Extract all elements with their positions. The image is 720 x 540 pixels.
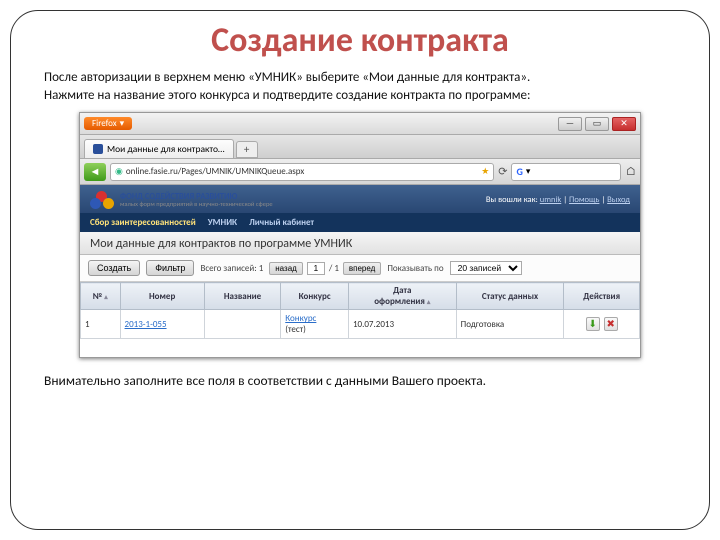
- username-link[interactable]: umnik: [540, 195, 562, 205]
- bookmark-star-icon[interactable]: ★: [481, 166, 489, 177]
- pager: назад / 1 вперед: [269, 262, 381, 275]
- table-row: 1 2013-1-055 Конкурс(тест) 10.07.2013 По…: [81, 310, 640, 339]
- intro-text: После авторизации в верхнем меню «УМНИК»…: [44, 69, 676, 104]
- page-of: / 1: [329, 263, 339, 274]
- back-button[interactable]: ◄: [84, 163, 106, 181]
- outro-text: Внимательно заполните все поля в соответ…: [44, 372, 676, 389]
- home-button[interactable]: ⌂: [625, 165, 636, 179]
- browser-tab[interactable]: Мои данные для контракто…: [84, 139, 234, 158]
- cell-status: Подготовка: [456, 310, 564, 339]
- navbar: ◄ ◉online.fasie.ru/Pages/UMNIK/UMNIKQueu…: [80, 159, 640, 185]
- google-logo-icon: G: [516, 165, 522, 178]
- app-header: ФОНД СОДЕЙСТВИЯ РАЗВИТИЮмалых форм предп…: [80, 185, 640, 213]
- close-button[interactable]: ✕: [612, 117, 636, 131]
- total-label: Всего записей: 1: [200, 263, 263, 274]
- cell-no: 1: [81, 310, 121, 339]
- firefox-menu-button[interactable]: Firefox▾: [84, 117, 132, 130]
- user-welcome: Вы вошли как: umnik | Помощь | Выход: [486, 195, 630, 205]
- menu-umnik[interactable]: УМНИК: [208, 217, 237, 228]
- show-by-label: Показывать по: [387, 263, 443, 274]
- url-bar[interactable]: ◉online.fasie.ru/Pages/UMNIK/UMNIKQueue.…: [110, 163, 494, 181]
- toolbar: Создать Фильтр Всего записей: 1 назад / …: [80, 255, 640, 282]
- app-content: ФОНД СОДЕЙСТВИЯ РАЗВИТИЮмалых форм предп…: [80, 185, 640, 357]
- help-link[interactable]: Помощь: [569, 195, 599, 205]
- browser-window: Firefox▾ — ▭ ✕ Мои данные для контракто……: [79, 112, 641, 358]
- page-input[interactable]: [307, 262, 325, 275]
- favicon-icon: [93, 144, 103, 154]
- new-tab-button[interactable]: +: [236, 141, 258, 158]
- col-number[interactable]: Номер: [120, 283, 204, 310]
- search-box[interactable]: G▾: [511, 163, 621, 181]
- col-date[interactable]: Датаоформления▴: [348, 283, 456, 310]
- globe-icon: ◉: [115, 166, 123, 177]
- main-menu: Сбор заинтересованностей УМНИК Личный ка…: [80, 213, 640, 232]
- col-name[interactable]: Название: [204, 283, 280, 310]
- delete-icon[interactable]: ✖: [604, 317, 618, 331]
- maximize-button[interactable]: ▭: [585, 117, 609, 131]
- contract-number-link[interactable]: 2013-1-055: [125, 319, 167, 330]
- create-button[interactable]: Создать: [88, 260, 140, 276]
- logo-icon: [90, 191, 114, 209]
- col-contest[interactable]: Конкурс: [281, 283, 349, 310]
- tabbar: Мои данные для контракто… +: [80, 135, 640, 159]
- cell-date: 10.07.2013: [348, 310, 456, 339]
- col-status[interactable]: Статус данных: [456, 283, 564, 310]
- menu-cabinet[interactable]: Личный кабинет: [249, 217, 314, 228]
- col-actions: Действия: [564, 283, 640, 310]
- section-heading: Мои данные для контрактов по программе У…: [80, 232, 640, 255]
- menu-sbor[interactable]: Сбор заинтересованностей: [90, 217, 196, 228]
- col-no[interactable]: №▴: [81, 283, 121, 310]
- logout-link[interactable]: Выход: [607, 195, 630, 205]
- download-icon[interactable]: ⬇: [586, 317, 600, 331]
- page-title: Создание контракта: [44, 20, 676, 61]
- next-page-button[interactable]: вперед: [343, 262, 381, 275]
- contest-link[interactable]: Конкурс: [285, 313, 316, 324]
- titlebar: Firefox▾ — ▭ ✕: [80, 113, 640, 135]
- pagesize-select[interactable]: 20 записей: [450, 261, 522, 275]
- cell-name: [204, 310, 280, 339]
- prev-page-button[interactable]: назад: [269, 262, 303, 275]
- filter-button[interactable]: Фильтр: [146, 260, 194, 276]
- minimize-button[interactable]: —: [558, 117, 582, 131]
- grid: №▴ Номер Название Конкурс Датаоформления…: [80, 282, 640, 339]
- reload-button[interactable]: ⟳: [498, 165, 507, 178]
